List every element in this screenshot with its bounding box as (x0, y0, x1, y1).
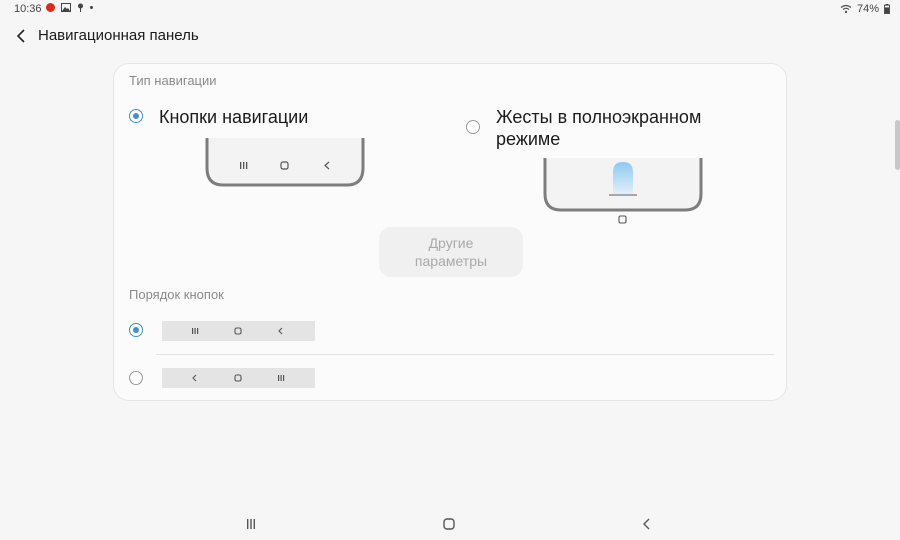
scrollbar-thumb[interactable] (895, 120, 900, 170)
nav-buttons-preview (205, 138, 365, 187)
recents-icon (247, 519, 255, 529)
status-right: 74% (840, 3, 890, 15)
gestures-radio[interactable] (466, 120, 480, 134)
order-option-1-strip[interactable] (162, 321, 315, 341)
back-button[interactable] (12, 26, 32, 46)
tomato-icon (46, 3, 55, 12)
home-icon (443, 518, 455, 530)
status-time: 10:36 (14, 3, 42, 15)
gestures-label[interactable]: Жесты в полноэкранном режиме (496, 106, 701, 150)
swipe-up-indicator (613, 162, 633, 195)
preview-home-small-icon (618, 215, 627, 224)
system-navigation-bar (0, 508, 900, 540)
nav-type-heading: Тип навигации (129, 73, 217, 88)
gestures-label-line1: Жесты в полноэкранном (496, 107, 702, 127)
settings-card: Тип навигации Кнопки навигации Жесты в п… (113, 63, 787, 401)
order2-back-icon (192, 374, 197, 382)
nav-buttons-radio[interactable] (129, 109, 143, 123)
notification-icons (46, 3, 93, 12)
chevron-left-icon (16, 29, 25, 43)
order-option-2-radio[interactable] (129, 371, 143, 385)
status-bar: 10:36 74% (0, 0, 900, 18)
gestures-preview (543, 158, 703, 224)
pin-icon (78, 3, 83, 12)
back-nav-button[interactable] (637, 515, 657, 533)
image-icon (61, 3, 71, 12)
page-title: Навигационная панель (38, 27, 199, 44)
gestures-label-line2: режиме (496, 129, 561, 149)
order-option-1-radio[interactable] (129, 323, 143, 337)
order1-home-icon (234, 327, 242, 335)
order2-home-icon (234, 374, 242, 382)
back-icon (643, 518, 650, 530)
battery-icon (884, 4, 890, 14)
order-divider (156, 354, 774, 355)
button-order-heading: Порядок кнопок (129, 287, 224, 302)
dot-icon (90, 6, 93, 9)
order-option-2-strip[interactable] (162, 368, 315, 388)
other-parameters-button[interactable]: Другие параметры (379, 227, 523, 277)
order1-recents-icon (192, 328, 199, 334)
nav-buttons-label[interactable]: Кнопки навигации (159, 106, 308, 128)
preview-recents-icon (240, 162, 248, 169)
home-button[interactable] (439, 515, 459, 533)
order2-recents-icon (278, 375, 285, 381)
recents-button[interactable] (241, 515, 261, 533)
battery-percent: 74% (856, 3, 879, 15)
order1-back-icon (278, 327, 283, 335)
wifi-icon (840, 4, 852, 14)
app-header: Навигационная панель (0, 24, 900, 48)
